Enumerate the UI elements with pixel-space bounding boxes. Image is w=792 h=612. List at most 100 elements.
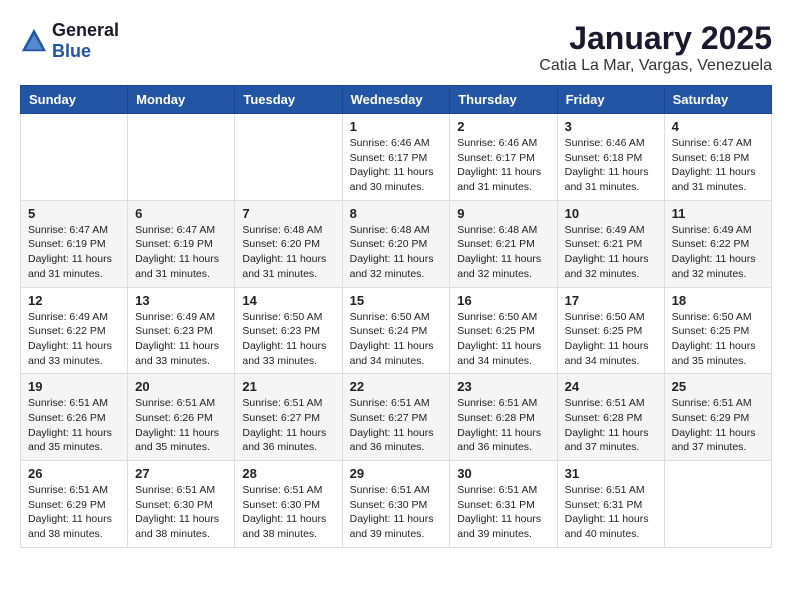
title-area: January 2025 Catia La Mar, Vargas, Venez… <box>539 20 772 75</box>
calendar-cell: 18Sunrise: 6:50 AM Sunset: 6:25 PM Dayli… <box>664 287 771 374</box>
month-title: January 2025 <box>539 20 772 57</box>
calendar-cell: 26 Sunrise: 6:51 AM Sunset: 6:29 PM Dayli… <box>21 461 128 548</box>
logo-icon <box>20 27 48 55</box>
day-number: 27 <box>135 466 227 481</box>
calendar-cell <box>235 114 342 201</box>
calendar-cell: 11Sunrise: 6:49 AM Sunset: 6:22 PM Dayli… <box>664 200 771 287</box>
calendar-cell: 25 Sunrise: 6:51 AM Sunset: 6:29 PM Dayli… <box>664 374 771 461</box>
weekday-header-thursday: Thursday <box>450 86 557 114</box>
logo-blue-text: Blue <box>52 41 91 61</box>
calendar-cell: 15Sunrise: 6:50 AM Sunset: 6:24 PM Dayli… <box>342 287 450 374</box>
day-number: 25 <box>672 379 764 394</box>
day-info: Sunrise: 6:50 AM Sunset: 6:25 PM Dayligh… <box>457 310 549 369</box>
day-number: 14 <box>242 293 334 308</box>
calendar-cell: 12 Sunrise: 6:49 AM Sunset: 6:22 PM Dayli… <box>21 287 128 374</box>
weekday-header-row: SundayMondayTuesdayWednesdayThursdayFrid… <box>21 86 772 114</box>
day-number: 16 <box>457 293 549 308</box>
day-number: 29 <box>350 466 443 481</box>
weekday-header-tuesday: Tuesday <box>235 86 342 114</box>
day-number: 12 <box>28 293 120 308</box>
day-number: 3 <box>565 119 657 134</box>
day-number: 9 <box>457 206 549 221</box>
day-number: 2 <box>457 119 549 134</box>
day-number: 20 <box>135 379 227 394</box>
calendar-cell: 5 Sunrise: 6:47 AM Sunset: 6:19 PM Daylig… <box>21 200 128 287</box>
day-number: 4 <box>672 119 764 134</box>
calendar-cell: 17 Sunrise: 6:50 AM Sunset: 6:25 PM Dayli… <box>557 287 664 374</box>
day-info: Sunrise: 6:46 AM Sunset: 6:18 PM Dayligh… <box>565 136 657 195</box>
day-number: 30 <box>457 466 549 481</box>
day-info: Sunrise: 6:50 AM Sunset: 6:25 PM Dayligh… <box>565 310 657 369</box>
calendar-cell: 28Sunrise: 6:51 AM Sunset: 6:30 PM Dayli… <box>235 461 342 548</box>
day-number: 7 <box>242 206 334 221</box>
weekday-header-monday: Monday <box>128 86 235 114</box>
calendar-cell <box>21 114 128 201</box>
day-info: Sunrise: 6:51 AM Sunset: 6:29 PM Dayligh… <box>28 483 120 542</box>
day-number: 19 <box>28 379 120 394</box>
day-number: 22 <box>350 379 443 394</box>
day-info: Sunrise: 6:47 AM Sunset: 6:19 PM Dayligh… <box>135 223 227 282</box>
day-info: Sunrise: 6:51 AM Sunset: 6:29 PM Dayligh… <box>672 396 764 455</box>
calendar-cell: 21 Sunrise: 6:51 AM Sunset: 6:27 PM Dayli… <box>235 374 342 461</box>
day-info: Sunrise: 6:50 AM Sunset: 6:24 PM Dayligh… <box>350 310 443 369</box>
calendar-week-1: 1 Sunrise: 6:46 AM Sunset: 6:17 PM Daylig… <box>21 114 772 201</box>
weekday-header-wednesday: Wednesday <box>342 86 450 114</box>
day-info: Sunrise: 6:51 AM Sunset: 6:30 PM Dayligh… <box>135 483 227 542</box>
day-info: Sunrise: 6:49 AM Sunset: 6:21 PM Dayligh… <box>565 223 657 282</box>
calendar-cell: 24 Sunrise: 6:51 AM Sunset: 6:28 PM Dayli… <box>557 374 664 461</box>
calendar-cell: 30 Sunrise: 6:51 AM Sunset: 6:31 PM Dayli… <box>450 461 557 548</box>
day-info: Sunrise: 6:51 AM Sunset: 6:31 PM Dayligh… <box>457 483 549 542</box>
calendar-cell: 9 Sunrise: 6:48 AM Sunset: 6:21 PM Daylig… <box>450 200 557 287</box>
day-info: Sunrise: 6:46 AM Sunset: 6:17 PM Dayligh… <box>350 136 443 195</box>
day-info: Sunrise: 6:51 AM Sunset: 6:27 PM Dayligh… <box>242 396 334 455</box>
calendar-body: 1 Sunrise: 6:46 AM Sunset: 6:17 PM Daylig… <box>21 114 772 548</box>
day-info: Sunrise: 6:49 AM Sunset: 6:22 PM Dayligh… <box>28 310 120 369</box>
day-number: 1 <box>350 119 443 134</box>
calendar-cell: 8Sunrise: 6:48 AM Sunset: 6:20 PM Daylig… <box>342 200 450 287</box>
day-info: Sunrise: 6:51 AM Sunset: 6:30 PM Dayligh… <box>350 483 443 542</box>
day-info: Sunrise: 6:51 AM Sunset: 6:28 PM Dayligh… <box>565 396 657 455</box>
day-number: 17 <box>565 293 657 308</box>
day-number: 10 <box>565 206 657 221</box>
day-number: 11 <box>672 206 764 221</box>
calendar-cell: 3 Sunrise: 6:46 AM Sunset: 6:18 PM Daylig… <box>557 114 664 201</box>
calendar-cell: 13 Sunrise: 6:49 AM Sunset: 6:23 PM Dayli… <box>128 287 235 374</box>
weekday-header-saturday: Saturday <box>664 86 771 114</box>
calendar-cell: 16 Sunrise: 6:50 AM Sunset: 6:25 PM Dayli… <box>450 287 557 374</box>
page-header: General Blue January 2025 Catia La Mar, … <box>20 20 772 75</box>
calendar-table: SundayMondayTuesdayWednesdayThursdayFrid… <box>20 85 772 548</box>
calendar-header: SundayMondayTuesdayWednesdayThursdayFrid… <box>21 86 772 114</box>
day-number: 13 <box>135 293 227 308</box>
day-info: Sunrise: 6:51 AM Sunset: 6:27 PM Dayligh… <box>350 396 443 455</box>
calendar-week-3: 12 Sunrise: 6:49 AM Sunset: 6:22 PM Dayli… <box>21 287 772 374</box>
calendar-cell: 7Sunrise: 6:48 AM Sunset: 6:20 PM Daylig… <box>235 200 342 287</box>
day-info: Sunrise: 6:51 AM Sunset: 6:26 PM Dayligh… <box>135 396 227 455</box>
calendar-cell: 14 Sunrise: 6:50 AM Sunset: 6:23 PM Dayli… <box>235 287 342 374</box>
calendar-cell <box>664 461 771 548</box>
day-info: Sunrise: 6:46 AM Sunset: 6:17 PM Dayligh… <box>457 136 549 195</box>
calendar-cell: 22 Sunrise: 6:51 AM Sunset: 6:27 PM Dayli… <box>342 374 450 461</box>
calendar-cell: 27 Sunrise: 6:51 AM Sunset: 6:30 PM Dayli… <box>128 461 235 548</box>
day-number: 26 <box>28 466 120 481</box>
day-number: 24 <box>565 379 657 394</box>
day-number: 5 <box>28 206 120 221</box>
day-number: 21 <box>242 379 334 394</box>
day-info: Sunrise: 6:47 AM Sunset: 6:18 PM Dayligh… <box>672 136 764 195</box>
calendar-cell: 23Sunrise: 6:51 AM Sunset: 6:28 PM Dayli… <box>450 374 557 461</box>
day-info: Sunrise: 6:51 AM Sunset: 6:31 PM Dayligh… <box>565 483 657 542</box>
calendar-cell: 29 Sunrise: 6:51 AM Sunset: 6:30 PM Dayli… <box>342 461 450 548</box>
calendar-week-2: 5 Sunrise: 6:47 AM Sunset: 6:19 PM Daylig… <box>21 200 772 287</box>
day-info: Sunrise: 6:48 AM Sunset: 6:20 PM Dayligh… <box>350 223 443 282</box>
location-title: Catia La Mar, Vargas, Venezuela <box>539 57 772 75</box>
calendar-cell <box>128 114 235 201</box>
day-info: Sunrise: 6:48 AM Sunset: 6:21 PM Dayligh… <box>457 223 549 282</box>
calendar-week-5: 26 Sunrise: 6:51 AM Sunset: 6:29 PM Dayli… <box>21 461 772 548</box>
day-info: Sunrise: 6:49 AM Sunset: 6:23 PM Dayligh… <box>135 310 227 369</box>
day-info: Sunrise: 6:50 AM Sunset: 6:23 PM Dayligh… <box>242 310 334 369</box>
calendar-cell: 6Sunrise: 6:47 AM Sunset: 6:19 PM Daylig… <box>128 200 235 287</box>
calendar-cell: 1 Sunrise: 6:46 AM Sunset: 6:17 PM Daylig… <box>342 114 450 201</box>
day-info: Sunrise: 6:47 AM Sunset: 6:19 PM Dayligh… <box>28 223 120 282</box>
day-number: 31 <box>565 466 657 481</box>
calendar-cell: 2 Sunrise: 6:46 AM Sunset: 6:17 PM Daylig… <box>450 114 557 201</box>
day-info: Sunrise: 6:51 AM Sunset: 6:28 PM Dayligh… <box>457 396 549 455</box>
